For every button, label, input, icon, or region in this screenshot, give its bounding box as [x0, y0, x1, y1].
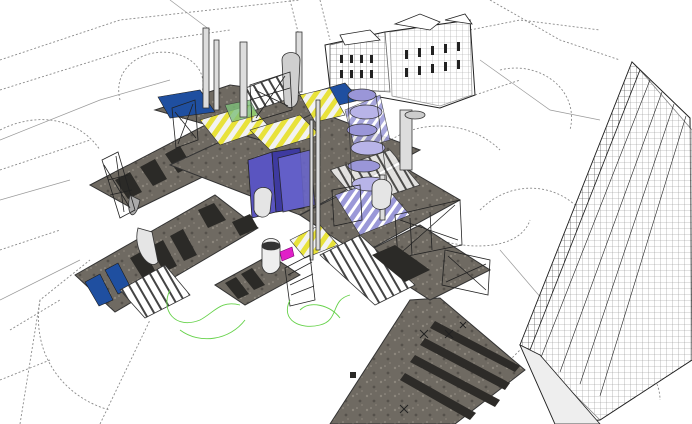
3d-model-viewport[interactable]: [0, 0, 692, 424]
lower-platform[interactable]: [329, 297, 526, 424]
tall-wireframe-building[interactable]: [519, 61, 692, 424]
cursor-marker-icon[interactable]: [279, 246, 295, 262]
scene-canvas[interactable]: [0, 0, 692, 424]
